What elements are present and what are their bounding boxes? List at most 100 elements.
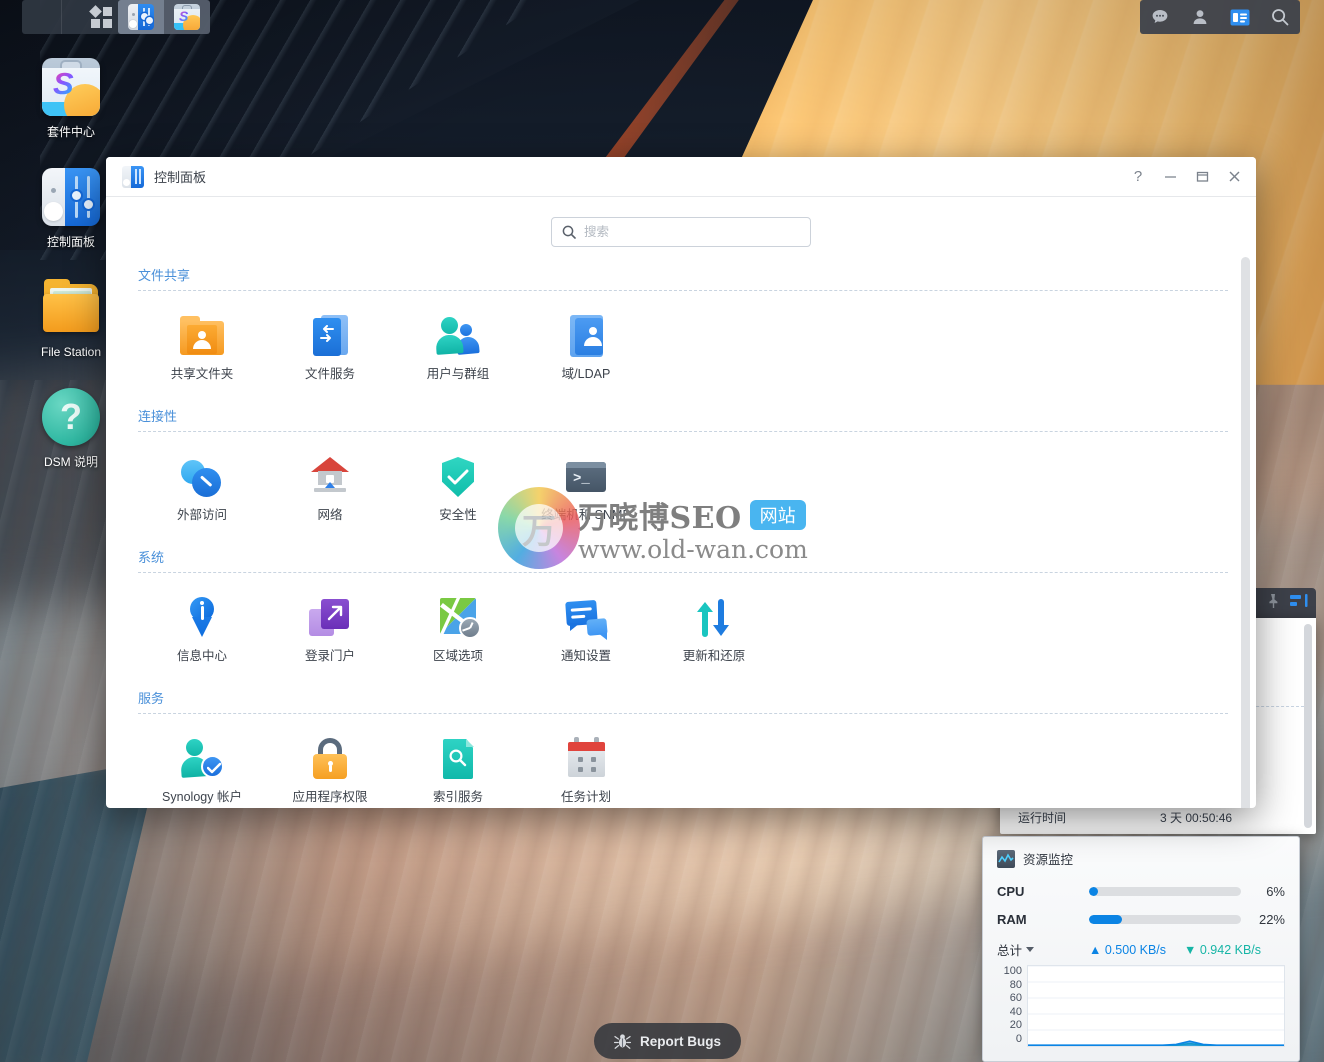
desktop-icon-label: 套件中心	[46, 125, 95, 139]
minimize-icon	[1164, 176, 1176, 178]
download-arrow-icon: ▼	[1184, 942, 1197, 957]
ram-row: RAM 22%	[997, 912, 1285, 927]
search-box[interactable]	[551, 217, 811, 247]
tile-terminal-snmp[interactable]: >_ 终端机和 SNMP	[522, 448, 650, 533]
widget-panel-button[interactable]	[1220, 0, 1260, 34]
upload-value: 0.500 KB/s	[1104, 942, 1167, 957]
chart-y-tick: 0	[1015, 1032, 1022, 1045]
tile-info-center[interactable]: 信息中心	[138, 589, 266, 674]
desktop-icon-dsm-help[interactable]: ? DSM 说明	[24, 388, 118, 470]
pin-icon[interactable]	[1266, 593, 1280, 614]
tile-notification[interactable]: 通知设置	[522, 589, 650, 674]
section-connectivity: 连接性 外部访问 网络 安全性 >_ 终端机和 SNMP	[138, 396, 1228, 537]
section-divider	[138, 431, 1228, 432]
tile-label: 安全性	[439, 508, 477, 522]
content-scrollbar[interactable]	[1241, 257, 1250, 808]
section-tiles: 共享文件夹 文件服务 用户与群组 域/LDAP	[138, 297, 1228, 396]
network-interface-selector[interactable]: 总计	[997, 940, 1089, 959]
window-maximize-button[interactable]	[1186, 162, 1218, 192]
chart-y-tick: 80	[1009, 978, 1022, 991]
tile-label: 外部访问	[176, 508, 227, 522]
tile-label: 文件服务	[304, 367, 355, 381]
notification-icon	[563, 595, 609, 641]
package-center-icon: S	[174, 4, 200, 30]
indexing-service-icon	[435, 736, 481, 782]
maximize-icon	[1196, 171, 1208, 182]
tile-users-groups[interactable]: 用户与群组	[394, 307, 522, 392]
tile-external-access[interactable]: 外部访问	[138, 448, 266, 533]
widget-layout-icon[interactable]	[1290, 593, 1308, 613]
tile-file-services[interactable]: 文件服务	[266, 307, 394, 392]
window-close-button[interactable]	[1218, 162, 1250, 192]
widget-panel-icon	[1230, 9, 1250, 25]
cpu-label: CPU	[997, 884, 1025, 899]
chevron-down-icon	[1026, 947, 1035, 952]
resource-monitor-header: 资源监控	[997, 849, 1285, 868]
taskbar-running-apps: S	[118, 0, 210, 34]
window-help-button[interactable]: ?	[1122, 162, 1154, 192]
tile-synology-account[interactable]: Synology 帐户	[138, 730, 266, 808]
taskbar-app-control-panel[interactable]	[118, 0, 164, 34]
bug-icon	[614, 1033, 631, 1049]
desktop-icon-file-station[interactable]: File Station	[24, 278, 118, 360]
chat-bubble-icon	[1152, 10, 1168, 23]
tile-regional-options[interactable]: 区域选项	[394, 589, 522, 674]
desktop-icon-package-center[interactable]: S 套件中心	[24, 58, 118, 140]
search-button[interactable]	[1260, 0, 1300, 34]
tile-task-scheduler[interactable]: 任务计划	[522, 730, 650, 808]
tile-label: 区域选项	[432, 649, 483, 663]
tile-label: 信息中心	[176, 649, 227, 663]
ram-progress-bar	[1089, 915, 1241, 924]
chart-y-tick: 60	[1009, 992, 1022, 1004]
tile-label: 通知设置	[560, 649, 611, 663]
tile-domain-ldap[interactable]: 域/LDAP	[522, 307, 650, 392]
control-panel-icon	[42, 168, 100, 226]
window-title: 控制面板	[154, 170, 207, 185]
download-value: 0.942 KB/s	[1199, 942, 1262, 957]
users-groups-icon	[435, 313, 481, 359]
notifications-button[interactable]	[1140, 0, 1180, 34]
network-row: 总计 ▲ 0.500 KB/s ▼ 0.942 KB/s	[997, 940, 1285, 959]
window-minimize-button[interactable]	[1154, 162, 1186, 192]
chart-y-tick: 100	[1003, 965, 1022, 977]
file-services-icon	[307, 313, 353, 359]
taskbar-app-package-center[interactable]: S	[164, 0, 210, 34]
tile-network[interactable]: 网络	[266, 448, 394, 533]
report-bugs-button[interactable]: Report Bugs	[594, 1023, 741, 1059]
network-upload: ▲ 0.500 KB/s	[1089, 943, 1166, 957]
app-privileges-lock-icon	[307, 736, 353, 782]
section-divider	[138, 572, 1228, 573]
tile-login-portal[interactable]: 登录门户	[266, 589, 394, 674]
tile-label: 用户与群组	[426, 367, 490, 381]
taskbar-tray	[1140, 0, 1300, 34]
widget-scrollbar[interactable]	[1304, 624, 1312, 828]
tile-app-privileges[interactable]: 应用程序权限	[266, 730, 394, 808]
user-menu-button[interactable]	[1180, 0, 1220, 34]
section-tiles: 信息中心 登录门户 区域选项 通知设置 更新和还原	[138, 579, 1228, 678]
section-heading: 系统	[138, 550, 165, 565]
help-question-icon: ?	[42, 388, 100, 446]
cpu-row: CPU 6%	[997, 884, 1285, 899]
search-input[interactable]	[584, 225, 800, 239]
uptime-label: 运行时间	[1018, 811, 1067, 825]
desktop-icon-control-panel[interactable]: 控制面板	[24, 168, 118, 250]
tile-update-restore[interactable]: 更新和还原	[650, 589, 778, 674]
desktop-icon-label: 控制面板	[46, 235, 95, 249]
upload-arrow-icon: ▲	[1089, 942, 1102, 957]
resource-monitor-icon	[997, 849, 1015, 868]
tile-label: 登录门户	[304, 649, 355, 663]
tile-shared-folder[interactable]: 共享文件夹	[138, 307, 266, 392]
cpu-value: 6%	[1266, 884, 1285, 899]
tile-indexing-service[interactable]: 索引服务	[394, 730, 522, 808]
section-heading: 文件共享	[138, 268, 191, 283]
desktop-icon-label: DSM 说明	[43, 455, 98, 469]
tile-security[interactable]: 安全性	[394, 448, 522, 533]
network-home-icon	[307, 454, 353, 500]
uptime-value: 3 天 00:50:46	[1160, 811, 1233, 825]
desktop-icon-label: File Station	[40, 345, 102, 359]
cpu-progress-bar	[1089, 887, 1241, 896]
section-heading: 连接性	[138, 409, 178, 424]
section-divider	[138, 290, 1228, 291]
apps-grid-icon	[88, 4, 112, 28]
tile-label: 共享文件夹	[170, 367, 234, 381]
